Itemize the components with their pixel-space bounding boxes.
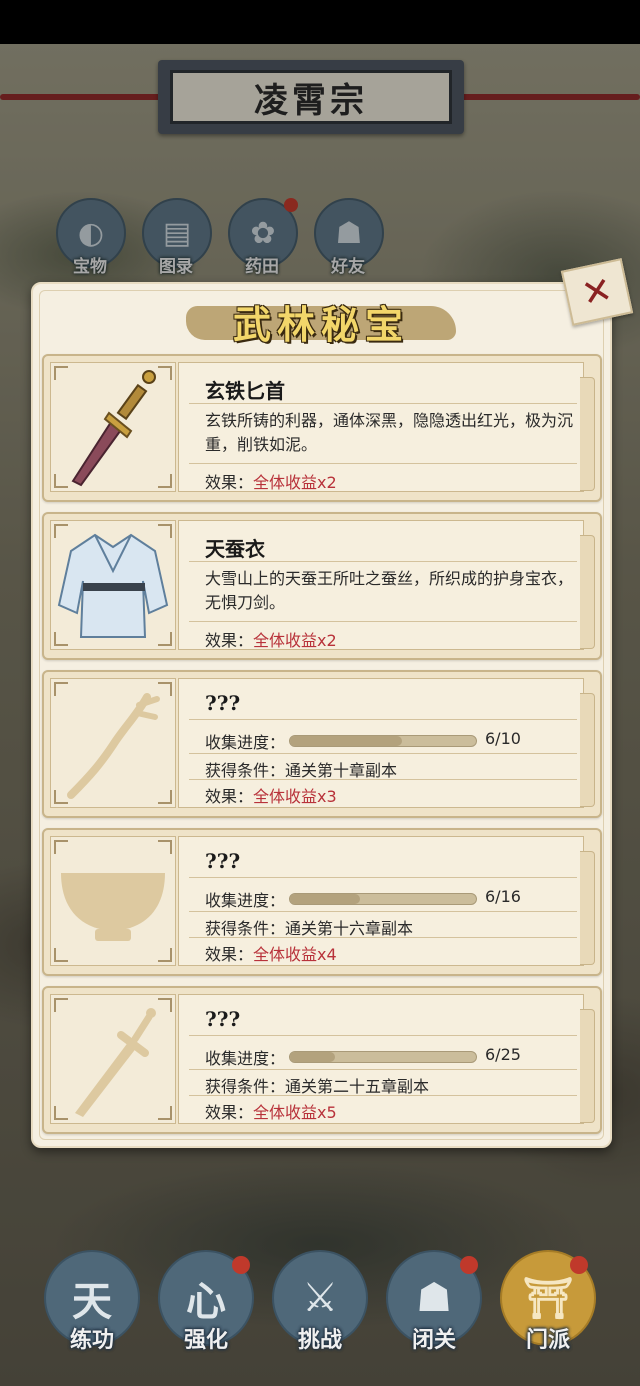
treasure-card-locked[interactable]: ??? 收集进度： 6/25 获得条件：通关第二十五章副本 效果：全体收益x5 [42,986,602,1134]
progress-count: 6/25 [485,1045,521,1064]
card-body: 玄铁匕首 玄铁所铸的利器，通体深黑，隐隐透出红光，极为沉重，削铁如泥。 效果：全… [178,362,595,493]
panel-title-wrap: 武林秘宝 [186,290,456,352]
effect-value: 全体收益x2 [253,473,337,492]
panel-title: 武林秘宝 [232,301,409,347]
locked-bowl-icon [50,836,176,966]
nav-training[interactable]: 天 练功 [44,1250,140,1360]
condition-line: 获得条件：通关第十章副本 [205,757,397,781]
notification-dot [570,1256,588,1274]
close-icon: ✕ [577,268,617,316]
effect-value: 全体收益x4 [253,945,337,964]
effect-line: 效果：全体收益x2 [205,469,337,493]
card-body: 天蚕衣 大雪山上的天蚕王所吐之蚕丝，所织成的护身宝衣，无惧刀剑。 效果：全体收益… [178,520,595,651]
nav-label: 强化 [183,1328,228,1353]
progress-bar [289,893,477,905]
progress-fill [290,1052,335,1062]
progress-label: 收集进度： [205,891,286,910]
condition-label: 获得条件： [205,919,286,938]
effect-value: 全体收益x2 [253,631,337,650]
condition-value: 通关第十章副本 [285,761,398,780]
treasure-card[interactable]: 天蚕衣 大雪山上的天蚕王所吐之蚕丝，所织成的护身宝衣，无惧刀剑。 效果：全体收益… [42,512,602,660]
progress-count: 6/16 [485,887,521,906]
item-name: 天蚕衣 [205,537,265,561]
item-description: 玄铁所铸的利器，通体深黑，隐隐透出红光，极为沉重，削铁如泥。 [205,411,574,454]
effect-label: 效果： [205,945,254,964]
nav-label: 门派 [525,1328,570,1353]
silk-robe-icon [50,520,176,650]
locked-spear-icon [50,678,176,808]
progress-bar [289,1051,477,1063]
progress-fill [290,894,360,904]
item-description: 大雪山上的天蚕王所吐之蚕丝，所织成的护身宝衣，无惧刀剑。 [205,569,574,612]
nav-label: 闭关 [411,1328,456,1353]
effect-line: 效果：全体收益x3 [205,783,337,807]
effect-label: 效果： [205,631,254,650]
condition-line: 获得条件：通关第二十五章副本 [205,1073,429,1097]
locked-sword-icon [50,994,176,1124]
card-body: ??? 收集进度： 6/16 获得条件：通关第十六章副本 效果：全体收益x4 [178,836,595,966]
nav-enhance[interactable]: 心 强化 [158,1250,254,1360]
nav-seclusion[interactable]: ☗ 闭关 [386,1250,482,1360]
item-name: ??? [205,849,241,873]
card-body: ??? 收集进度： 6/10 获得条件：通关第十章副本 效果：全体收益x3 [178,678,595,808]
effect-value: 全体收益x3 [253,787,337,806]
effect-line: 效果：全体收益x4 [205,941,337,965]
condition-line: 获得条件：通关第十六章副本 [205,915,413,939]
treasure-card[interactable]: 玄铁匕首 玄铁所铸的利器，通体深黑，隐隐透出红光，极为沉重，削铁如泥。 效果：全… [42,354,602,502]
status-bar [0,0,640,44]
nav-sect[interactable]: ⛩ 门派 [500,1250,596,1360]
nav-challenge[interactable]: ⚔ 挑战 [272,1250,368,1360]
item-name: 玄铁匕首 [205,379,285,403]
nav-label: 练功 [69,1328,114,1353]
progress-bar [289,735,477,747]
notification-dot [232,1256,250,1274]
effect-label: 效果： [205,787,254,806]
effect-label: 效果： [205,473,254,492]
card-body: ??? 收集进度： 6/25 获得条件：通关第二十五章副本 效果：全体收益x5 [178,994,595,1124]
effect-line: 效果：全体收益x2 [205,627,337,651]
notification-dot [460,1256,478,1274]
effect-value: 全体收益x5 [253,1103,337,1122]
condition-value: 通关第十六章副本 [285,919,414,938]
progress-fill [290,736,402,746]
progress-count: 6/10 [485,729,521,748]
treasure-card-locked[interactable]: ??? 收集进度： 6/10 获得条件：通关第十章副本 效果：全体收益x3 [42,670,602,818]
nav-label: 挑战 [297,1328,342,1353]
dagger-icon [50,362,176,492]
progress-label: 收集进度： [205,733,286,752]
item-name: ??? [205,1007,241,1031]
condition-label: 获得条件： [205,1077,286,1096]
condition-label: 获得条件： [205,761,286,780]
treasure-card-locked[interactable]: ??? 收集进度： 6/16 获得条件：通关第十六章副本 效果：全体收益x4 [42,828,602,976]
progress-label: 收集进度： [205,1049,286,1068]
effect-label: 效果： [205,1103,254,1122]
effect-line: 效果：全体收益x5 [205,1099,337,1123]
item-name: ??? [205,691,241,715]
condition-value: 通关第二十五章副本 [285,1077,430,1096]
